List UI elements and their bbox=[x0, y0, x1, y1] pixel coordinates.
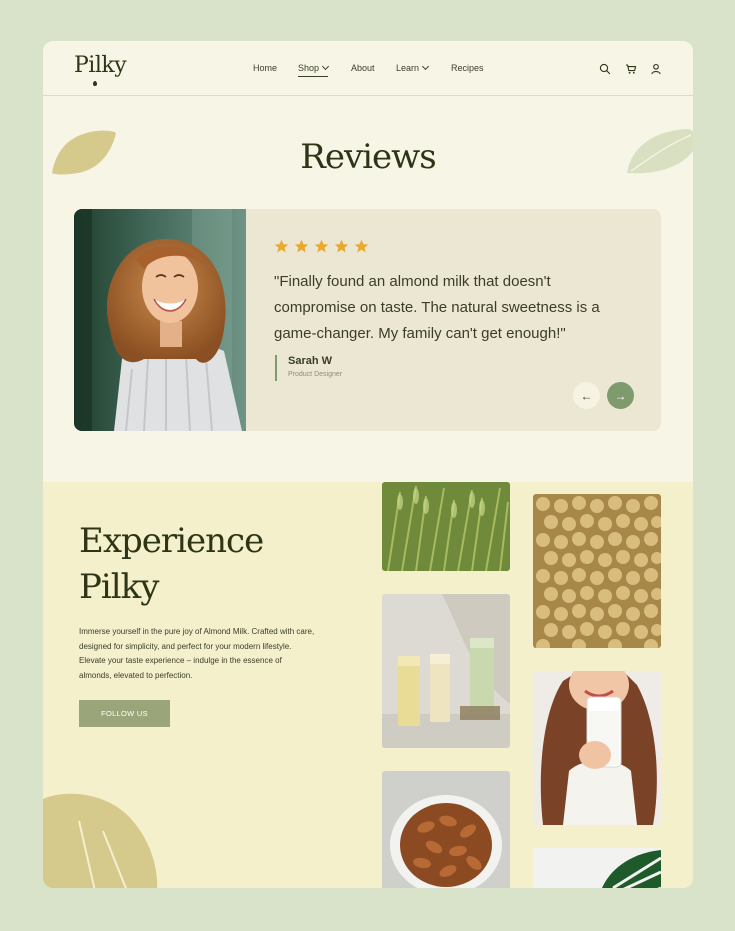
monstera-leaf-image bbox=[533, 848, 661, 888]
decorative-leaf-bottom bbox=[43, 793, 158, 888]
wheat-field-image bbox=[382, 482, 510, 571]
nav-about[interactable]: About bbox=[351, 63, 375, 73]
nav-shop-label: Shop bbox=[298, 63, 320, 73]
milk-cartons-image bbox=[382, 594, 510, 748]
nav-recipes-label: Recipes bbox=[451, 63, 484, 73]
chevron-down-icon bbox=[321, 62, 330, 71]
reviewer-photo bbox=[74, 209, 246, 431]
woman-drinking-milk-image bbox=[533, 671, 661, 825]
logo-drop-mark bbox=[93, 81, 97, 86]
nav-learn[interactable]: Learn bbox=[396, 62, 430, 73]
star-icon bbox=[354, 239, 369, 253]
experience-section: Experience Pilky Immerse yourself in the… bbox=[43, 482, 693, 888]
rating-stars bbox=[274, 239, 369, 254]
star-icon bbox=[294, 239, 309, 253]
experience-heading-line1: Experience bbox=[79, 521, 264, 561]
star-icon bbox=[334, 239, 349, 253]
nav-about-label: About bbox=[351, 63, 375, 73]
chevron-down-icon bbox=[421, 62, 430, 71]
author-accent-bar bbox=[275, 355, 277, 381]
review-card: "Finally found an almond milk that doesn… bbox=[74, 209, 661, 431]
nav-recipes[interactable]: Recipes bbox=[451, 63, 484, 73]
nav-home-label: Home bbox=[253, 63, 278, 73]
prev-review-button[interactable]: ← bbox=[573, 382, 600, 409]
author-role: Product Designer bbox=[288, 371, 343, 378]
search-icon[interactable] bbox=[599, 63, 611, 75]
page-card: Pilky Home Shop About Learn Recipes Revi… bbox=[43, 41, 693, 888]
arrow-left-icon: ← bbox=[580, 388, 593, 403]
cart-icon[interactable] bbox=[625, 63, 637, 75]
star-icon bbox=[314, 239, 329, 253]
site-header: Pilky Home Shop About Learn Recipes bbox=[43, 41, 693, 96]
star-icon bbox=[274, 239, 289, 253]
arrow-right-icon: → bbox=[614, 388, 627, 403]
experience-description: Immerse yourself in the pure joy of Almo… bbox=[79, 627, 315, 680]
soybeans-image bbox=[533, 494, 661, 648]
nav-shop[interactable]: Shop bbox=[298, 62, 330, 77]
nav-home[interactable]: Home bbox=[253, 63, 277, 73]
experience-heading: Experience Pilky bbox=[79, 518, 339, 610]
experience-heading-line2: Pilky bbox=[79, 567, 159, 607]
next-review-button[interactable]: → bbox=[607, 382, 634, 409]
brand-logo[interactable]: Pilky bbox=[74, 53, 127, 78]
review-quote: "Finally found an almond milk that doesn… bbox=[274, 273, 600, 342]
user-icon[interactable] bbox=[650, 63, 662, 75]
nav-learn-label: Learn bbox=[396, 63, 420, 73]
follow-us-button[interactable]: FOLLOW US bbox=[79, 700, 170, 727]
reviews-heading: Reviews bbox=[300, 137, 436, 177]
almonds-bowl-image bbox=[382, 771, 510, 888]
author-name: Sarah W bbox=[288, 355, 333, 367]
